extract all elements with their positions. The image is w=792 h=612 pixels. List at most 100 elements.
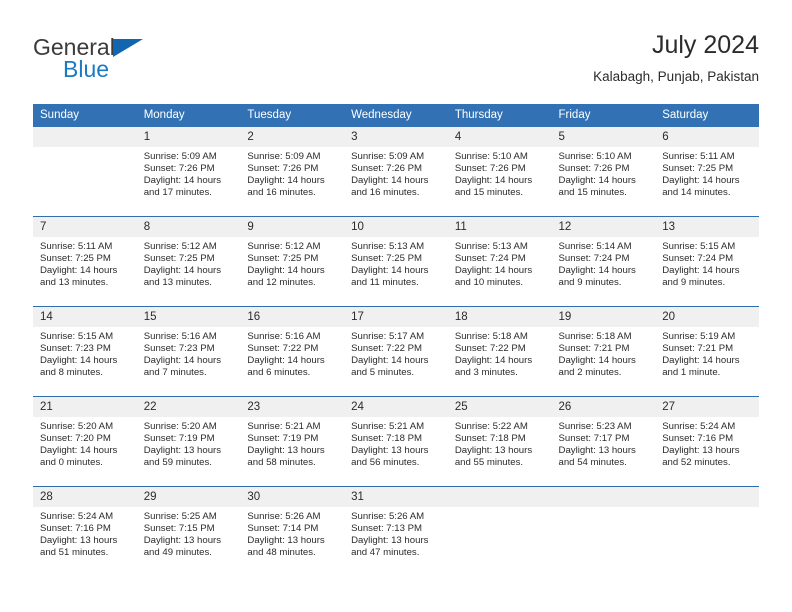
calendar-day-cell[interactable]: 24 Sunrise: 5:21 AM Sunset: 7:18 PM Dayligh… xyxy=(344,396,448,487)
calendar-day-cell[interactable]: 23 Sunrise: 5:21 AM Sunset: 7:19 PM Dayligh… xyxy=(240,396,345,487)
daylight-duration-line1: Daylight: 14 hours xyxy=(351,175,429,187)
sunset-time: Sunset: 7:25 PM xyxy=(662,163,734,175)
calendar-day-cell[interactable]: 11 Sunrise: 5:13 AM Sunset: 7:24 PM Dayligh… xyxy=(447,216,552,307)
calendar-day-cell[interactable]: 29 Sunrise: 5:25 AM Sunset: 7:15 PM Dayligh… xyxy=(136,486,241,576)
daylight-duration-line2: and 52 minutes. xyxy=(662,457,731,469)
day-sun-info: Sunrise: 5:20 AM Sunset: 7:19 PM Daylight:… xyxy=(137,417,241,469)
day-number: 23 xyxy=(240,397,345,417)
sunrise-time: Sunrise: 5:09 AM xyxy=(351,151,425,162)
calendar-day-cell[interactable]: 5 Sunrise: 5:10 AM Sunset: 7:26 PM Daylight… xyxy=(551,127,656,217)
calendar-day-cell[interactable]: 16 Sunrise: 5:16 AM Sunset: 7:22 PM Dayligh… xyxy=(240,306,345,397)
day-cell-inner: 24 Sunrise: 5:21 AM Sunset: 7:18 PM Dayligh… xyxy=(344,397,448,486)
calendar-day-cell[interactable]: 25 Sunrise: 5:22 AM Sunset: 7:18 PM Dayligh… xyxy=(447,396,552,487)
daylight-duration-line2: and 55 minutes. xyxy=(454,457,524,469)
day-sun-info: Sunrise: 5:26 AM Sunset: 7:13 PM Daylight:… xyxy=(344,507,448,559)
daylight-duration-line2: and 12 minutes. xyxy=(247,277,316,289)
sunrise-time: Sunrise: 5:16 AM xyxy=(143,331,217,342)
day-cell-inner xyxy=(655,487,759,576)
calendar-week-row: 28 Sunrise: 5:24 AM Sunset: 7:16 PM Dayligh… xyxy=(33,486,759,576)
daylight-duration-line1: Daylight: 14 hours xyxy=(40,355,118,367)
sunrise-time: Sunrise: 5:15 AM xyxy=(662,241,736,252)
day-sun-info: Sunrise: 5:21 AM Sunset: 7:18 PM Daylight:… xyxy=(344,417,448,469)
daylight-duration-line1: Daylight: 14 hours xyxy=(247,265,325,277)
day-cell-inner: 17 Sunrise: 5:17 AM Sunset: 7:22 PM Dayligh… xyxy=(344,307,448,396)
day-number: 24 xyxy=(344,397,448,417)
calendar-day-cell[interactable]: 4 Sunrise: 5:10 AM Sunset: 7:26 PM Daylight… xyxy=(447,127,552,217)
day-number: 27 xyxy=(655,397,759,417)
day-sun-info: Sunrise: 5:11 AM Sunset: 7:25 PM Daylight:… xyxy=(33,237,137,289)
calendar-day-cell[interactable]: 7 Sunrise: 5:11 AM Sunset: 7:25 PM Daylight… xyxy=(33,216,137,307)
calendar-day-cell[interactable]: 2 Sunrise: 5:09 AM Sunset: 7:26 PM Daylight… xyxy=(240,127,345,217)
sunrise-time: Sunrise: 5:17 AM xyxy=(351,331,425,342)
sunrise-time: Sunrise: 5:22 AM xyxy=(454,421,528,432)
calendar-day-cell[interactable]: 3 Sunrise: 5:09 AM Sunset: 7:26 PM Daylight… xyxy=(344,127,448,217)
day-sun-info: Sunrise: 5:24 AM Sunset: 7:16 PM Daylight:… xyxy=(33,507,137,559)
daylight-duration-line1: Daylight: 14 hours xyxy=(143,265,222,277)
calendar-day-cell[interactable]: 12 Sunrise: 5:14 AM Sunset: 7:24 PM Dayligh… xyxy=(551,216,656,307)
sunset-time: Sunset: 7:26 PM xyxy=(454,163,526,175)
daylight-duration-line2: and 1 minute. xyxy=(662,367,721,379)
weekday-header-thursday: Thursday xyxy=(447,104,552,127)
calendar-day-cell[interactable]: 31 Sunrise: 5:26 AM Sunset: 7:13 PM Dayligh… xyxy=(344,486,448,576)
day-number: 18 xyxy=(447,307,552,327)
calendar-day-cell[interactable]: 27 Sunrise: 5:24 AM Sunset: 7:16 PM Dayligh… xyxy=(655,396,759,487)
calendar-day-cell[interactable]: 14 Sunrise: 5:15 AM Sunset: 7:23 PM Dayligh… xyxy=(33,306,137,397)
calendar-day-cell[interactable]: 17 Sunrise: 5:17 AM Sunset: 7:22 PM Dayligh… xyxy=(344,306,448,397)
day-number xyxy=(655,487,759,507)
day-number: 29 xyxy=(136,487,241,507)
calendar-day-cell[interactable]: 6 Sunrise: 5:11 AM Sunset: 7:25 PM Daylight… xyxy=(655,127,759,217)
day-sun-info: Sunrise: 5:17 AM Sunset: 7:22 PM Daylight:… xyxy=(344,327,448,379)
day-cell-inner: 29 Sunrise: 5:25 AM Sunset: 7:15 PM Dayligh… xyxy=(136,487,241,576)
day-sun-info: Sunrise: 5:18 AM Sunset: 7:21 PM Daylight:… xyxy=(552,327,656,379)
daylight-duration-line1: Daylight: 13 hours xyxy=(247,535,325,547)
day-number: 12 xyxy=(551,217,656,237)
sunrise-time: Sunrise: 5:16 AM xyxy=(247,331,321,342)
sunset-time: Sunset: 7:24 PM xyxy=(454,253,526,265)
calendar-day-cell[interactable]: 19 Sunrise: 5:18 AM Sunset: 7:21 PM Dayligh… xyxy=(551,306,656,397)
day-sun-info xyxy=(655,507,759,511)
calendar-day-cell[interactable]: 15 Sunrise: 5:16 AM Sunset: 7:23 PM Dayligh… xyxy=(136,306,241,397)
day-number: 6 xyxy=(655,127,759,147)
calendar-day-cell[interactable]: 20 Sunrise: 5:19 AM Sunset: 7:21 PM Dayligh… xyxy=(655,306,759,397)
calendar-day-cell[interactable]: 26 Sunrise: 5:23 AM Sunset: 7:17 PM Dayligh… xyxy=(551,396,656,487)
sunrise-time: Sunrise: 5:25 AM xyxy=(143,511,217,522)
daylight-duration-line2: and 9 minutes. xyxy=(662,277,726,289)
daylight-duration-line2: and 47 minutes. xyxy=(351,547,420,559)
calendar-day-cell[interactable]: 8 Sunrise: 5:12 AM Sunset: 7:25 PM Daylight… xyxy=(136,216,241,307)
daylight-duration-line2: and 9 minutes. xyxy=(558,277,622,289)
sunset-time: Sunset: 7:25 PM xyxy=(351,253,423,265)
sunset-time: Sunset: 7:18 PM xyxy=(454,433,526,445)
daylight-duration-line1: Daylight: 14 hours xyxy=(351,265,429,277)
calendar-day-cell[interactable]: 21 Sunrise: 5:20 AM Sunset: 7:20 PM Dayligh… xyxy=(33,396,137,487)
day-number xyxy=(447,487,552,507)
calendar-day-cell[interactable]: 13 Sunrise: 5:15 AM Sunset: 7:24 PM Dayligh… xyxy=(655,216,759,307)
calendar-week-row: 7 Sunrise: 5:11 AM Sunset: 7:25 PM Daylight… xyxy=(33,216,759,307)
sunset-time: Sunset: 7:23 PM xyxy=(143,343,215,355)
day-cell-inner: 5 Sunrise: 5:10 AM Sunset: 7:26 PM Daylight… xyxy=(551,127,656,216)
calendar-day-cell[interactable]: 22 Sunrise: 5:20 AM Sunset: 7:19 PM Dayligh… xyxy=(136,396,241,487)
day-cell-inner xyxy=(447,487,552,576)
calendar-day-cell[interactable]: 9 Sunrise: 5:12 AM Sunset: 7:25 PM Daylight… xyxy=(240,216,345,307)
sunrise-time: Sunrise: 5:20 AM xyxy=(143,421,217,432)
calendar-empty-cell xyxy=(655,486,759,576)
calendar-day-cell[interactable]: 30 Sunrise: 5:26 AM Sunset: 7:14 PM Dayligh… xyxy=(240,486,345,576)
calendar-day-cell[interactable]: 28 Sunrise: 5:24 AM Sunset: 7:16 PM Dayligh… xyxy=(33,486,137,576)
day-number: 22 xyxy=(136,397,241,417)
daylight-duration-line1: Daylight: 13 hours xyxy=(143,535,222,547)
day-sun-info: Sunrise: 5:10 AM Sunset: 7:26 PM Daylight:… xyxy=(448,147,552,199)
day-cell-inner: 15 Sunrise: 5:16 AM Sunset: 7:23 PM Dayligh… xyxy=(136,307,241,396)
sunset-time: Sunset: 7:13 PM xyxy=(351,523,423,535)
sunset-time: Sunset: 7:26 PM xyxy=(351,163,423,175)
calendar-day-cell[interactable]: 18 Sunrise: 5:18 AM Sunset: 7:22 PM Dayligh… xyxy=(447,306,552,397)
sunrise-time: Sunrise: 5:23 AM xyxy=(558,421,632,432)
day-cell-inner: 27 Sunrise: 5:24 AM Sunset: 7:16 PM Dayligh… xyxy=(655,397,759,486)
day-number: 2 xyxy=(240,127,345,147)
calendar-body: 1 Sunrise: 5:09 AM Sunset: 7:26 PM Daylight… xyxy=(33,127,759,576)
calendar-day-cell[interactable]: 1 Sunrise: 5:09 AM Sunset: 7:26 PM Daylight… xyxy=(136,127,241,217)
calendar-empty-cell xyxy=(447,486,552,576)
daylight-duration-line1: Daylight: 14 hours xyxy=(454,175,533,187)
sunset-time: Sunset: 7:23 PM xyxy=(40,343,111,355)
day-sun-info: Sunrise: 5:16 AM Sunset: 7:22 PM Daylight:… xyxy=(240,327,344,379)
sunrise-time: Sunrise: 5:20 AM xyxy=(40,421,114,432)
calendar-day-cell[interactable]: 10 Sunrise: 5:13 AM Sunset: 7:25 PM Dayligh… xyxy=(344,216,448,307)
